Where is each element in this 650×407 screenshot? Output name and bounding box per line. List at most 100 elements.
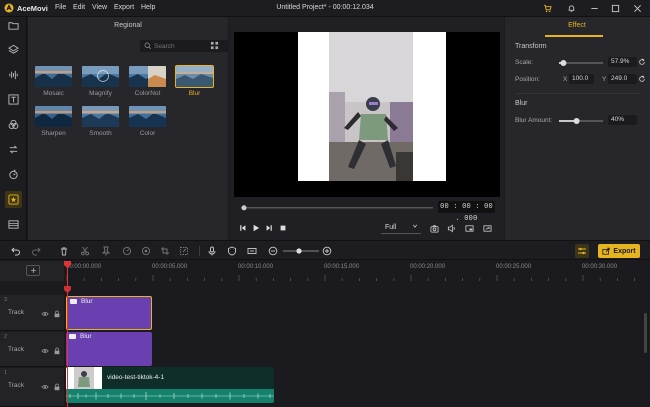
undo-icon[interactable]: [10, 245, 22, 257]
filters-icon[interactable]: [5, 116, 22, 133]
menu-view[interactable]: View: [92, 4, 107, 11]
eye-icon[interactable]: [41, 310, 49, 318]
position-y-label: Y: [602, 76, 607, 83]
effect-thumb-blur[interactable]: [175, 65, 214, 88]
fit-timeline-icon[interactable]: [246, 245, 258, 257]
position-x-field[interactable]: 100.0: [569, 74, 594, 84]
active-tab-indicator: [545, 35, 603, 37]
blur-amount-slider[interactable]: [559, 117, 603, 124]
marker-icon[interactable]: [100, 245, 112, 257]
play-icon[interactable]: [250, 222, 262, 234]
reset-position-icon[interactable]: [638, 75, 646, 83]
zoom-out-icon[interactable]: [267, 245, 279, 257]
templates-icon[interactable]: [5, 216, 22, 233]
playhead-marker[interactable]: [64, 261, 71, 293]
effect-thumb-color[interactable]: [129, 106, 166, 127]
crop-icon[interactable]: [159, 245, 171, 257]
color-icon[interactable]: [140, 245, 152, 257]
blur-amount-label: Blur Amount:: [515, 117, 553, 124]
preview-stage[interactable]: [234, 32, 500, 197]
scale-slider[interactable]: [559, 59, 603, 66]
export-icon: [602, 247, 611, 255]
menu-edit[interactable]: Edit: [73, 4, 85, 11]
delete-icon[interactable]: [58, 245, 70, 257]
audio-icon[interactable]: [5, 66, 22, 83]
ruler-tick-label: 00:00:25.000: [496, 264, 532, 270]
menu-file[interactable]: File: [55, 4, 66, 11]
export-button[interactable]: Export: [598, 244, 640, 258]
bell-icon[interactable]: [564, 2, 578, 14]
minimize-icon[interactable]: [587, 2, 601, 14]
step-back-icon[interactable]: [237, 222, 249, 234]
effect-thumb-mosaic[interactable]: [35, 66, 72, 87]
cut-icon[interactable]: [79, 245, 91, 257]
layers-icon[interactable]: [5, 41, 22, 58]
snapshot-icon[interactable]: [428, 222, 440, 234]
audio-mixer-icon[interactable]: [575, 244, 589, 258]
scale-label: Scale:: [515, 59, 534, 66]
effect-thumb-colornot[interactable]: [129, 66, 166, 87]
speed-icon[interactable]: [121, 245, 133, 257]
effects-icon[interactable]: [5, 191, 22, 208]
maximize-icon[interactable]: [608, 2, 622, 14]
ruler-tick-label: 00:00:15.000: [324, 264, 360, 270]
timeline-clip-blur[interactable]: Blur: [66, 296, 152, 330]
title-bar: AceMovi File Edit View Export Help Untit…: [0, 0, 650, 17]
folder-icon[interactable]: [5, 17, 22, 34]
close-icon[interactable]: [630, 2, 644, 14]
add-track-button[interactable]: [26, 265, 40, 276]
tab-effect[interactable]: Effect: [560, 22, 594, 29]
effect-thumb-sharpen[interactable]: [35, 106, 72, 127]
transitions-icon[interactable]: [5, 141, 22, 158]
cart-icon[interactable]: [540, 2, 554, 14]
microphone-icon[interactable]: [206, 245, 218, 257]
pip-icon[interactable]: [463, 222, 475, 234]
quality-select[interactable]: Full: [381, 222, 421, 234]
menu-help[interactable]: Help: [141, 4, 155, 11]
stop-icon[interactable]: [277, 222, 289, 234]
blur-section-title: Blur: [515, 100, 528, 107]
track-name: Track: [8, 309, 25, 316]
volume-icon[interactable]: [445, 222, 457, 234]
eye-icon[interactable]: [41, 383, 49, 391]
text-icon[interactable]: [5, 91, 22, 108]
blur-amount-slider-handle[interactable]: [573, 117, 580, 124]
timeline-ruler[interactable]: 00:00:00.000 00:00:05.000 00:00:10.000 0…: [66, 261, 650, 281]
lock-icon[interactable]: [53, 383, 61, 391]
properties-panel: Effect Transform Scale: 57.9% Position: …: [505, 17, 650, 240]
search-icon: [144, 42, 152, 50]
preview-timecode: 00 : 00 : 00 . 000: [438, 201, 495, 223]
fullscreen-icon[interactable]: [481, 222, 493, 234]
effect-label-sharpen: Sharpen: [41, 130, 66, 137]
preview-scrubber[interactable]: [241, 204, 433, 210]
redo-icon[interactable]: [30, 245, 42, 257]
zoom-in-icon[interactable]: [321, 245, 333, 257]
effect-thumb-magnify[interactable]: [82, 66, 119, 87]
track-header-2: 2 Track: [0, 332, 64, 367]
timeline-clip-blur[interactable]: Blur: [66, 332, 152, 366]
elements-icon[interactable]: [5, 166, 22, 183]
scale-slider-handle[interactable]: [560, 59, 567, 66]
timeline-scrollbar[interactable]: [644, 313, 647, 353]
step-forward-icon[interactable]: [263, 222, 275, 234]
chevron-down-icon: [412, 223, 418, 229]
position-y-field[interactable]: 249.0: [608, 74, 637, 84]
scale-value[interactable]: 57.9%: [608, 57, 637, 67]
reset-scale-icon[interactable]: [638, 58, 646, 66]
resize-icon[interactable]: [178, 245, 190, 257]
lock-icon[interactable]: [53, 347, 61, 355]
effect-label-color: Color: [139, 130, 156, 137]
grid-view-icon[interactable]: [210, 41, 219, 50]
effect-label-blur: Blur: [188, 90, 201, 97]
lock-icon[interactable]: [53, 310, 61, 318]
export-label: Export: [613, 247, 636, 255]
eye-icon[interactable]: [41, 347, 49, 355]
blur-amount-value[interactable]: 40%: [608, 115, 637, 125]
zoom-slider[interactable]: [283, 247, 319, 255]
shield-icon[interactable]: [226, 245, 238, 257]
timeline-clip-video[interactable]: video-test-tiktok-4-1: [66, 367, 274, 403]
toolbar-divider: [199, 246, 200, 256]
timeline-panel: 00:00:00.000 00:00:05.000 00:00:10.000 0…: [0, 261, 650, 407]
menu-export[interactable]: Export: [114, 4, 134, 11]
effect-thumb-smooth[interactable]: [82, 106, 119, 127]
